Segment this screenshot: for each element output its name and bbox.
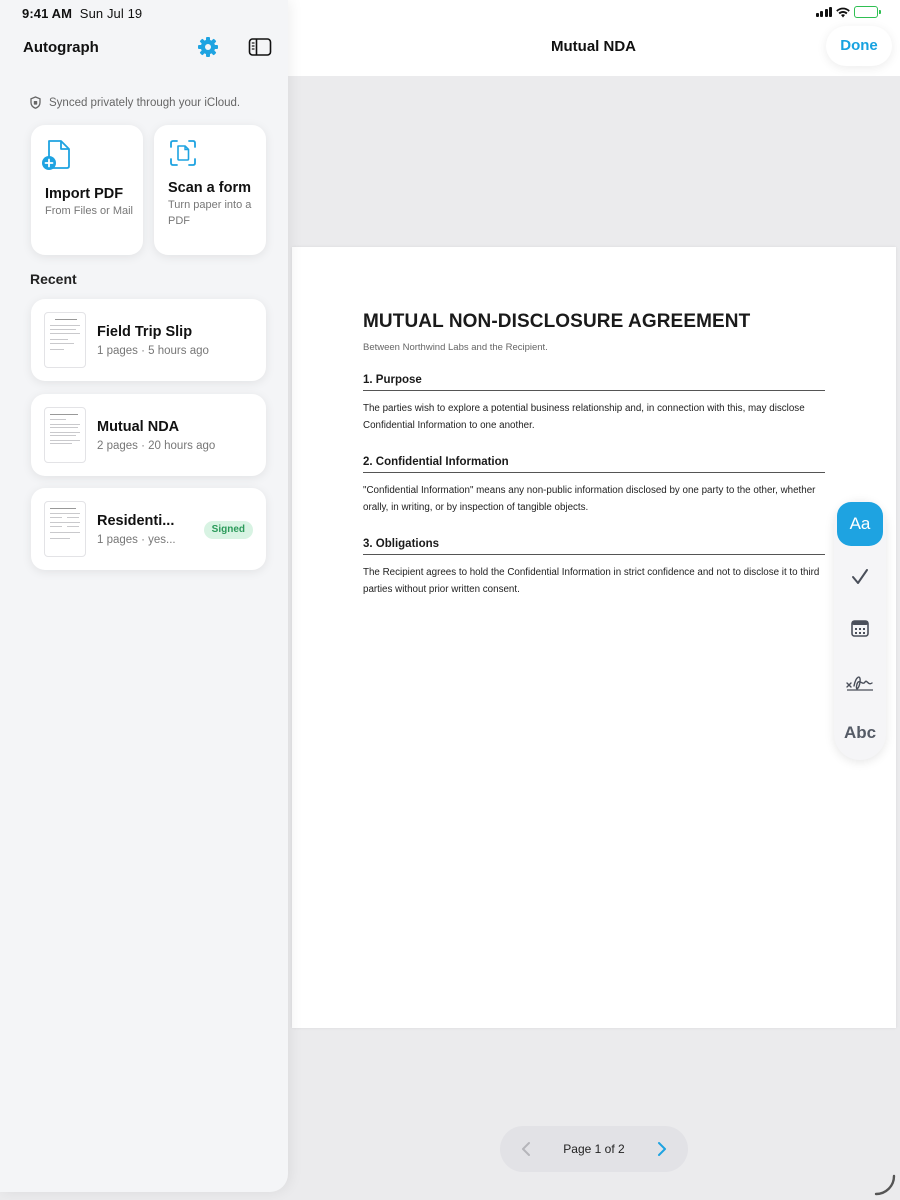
wifi-icon xyxy=(836,7,850,17)
file-thumbnail xyxy=(44,312,86,368)
signature-tool-button[interactable] xyxy=(836,662,884,702)
sidebar: Autograph Synced privately through your … xyxy=(0,0,288,1192)
battery-charging-icon xyxy=(854,6,881,18)
file-name: Mutual NDA xyxy=(97,419,180,435)
file-name: Field Trip Slip xyxy=(97,324,193,340)
recent-file-field-trip-slip[interactable]: Field Trip Slip 1 pages · 5 hours ago xyxy=(31,299,266,381)
file-meta: 1 pages · 5 hours ago xyxy=(97,345,209,357)
previous-page-button[interactable] xyxy=(514,1126,538,1172)
settings-button[interactable] xyxy=(197,36,219,58)
sidebar-icon xyxy=(248,38,272,56)
scan-document-icon xyxy=(170,140,196,166)
section-heading-obligations: 3. Obligations xyxy=(363,538,825,555)
section-heading-purpose: 1. Purpose xyxy=(363,374,825,391)
section-body-purpose: The parties wish to explore a potential … xyxy=(363,403,805,431)
import-pdf-title: Import PDF xyxy=(45,186,124,202)
status-time: 9:41 AM xyxy=(22,6,73,21)
file-meta: 2 pages · 20 hours ago xyxy=(97,440,216,452)
chevron-left-icon xyxy=(522,1142,530,1156)
next-page-button[interactable] xyxy=(650,1126,674,1172)
status-clock: 9:41 AM Sun Jul 19 xyxy=(22,6,142,21)
sync-status: Synced privately through your iCloud. xyxy=(30,96,240,109)
document-title: Mutual NDA xyxy=(551,38,636,55)
document-page[interactable]: MUTUAL NON-DISCLOSURE AGREEMENT Between … xyxy=(292,247,896,1028)
status-badge: Signed xyxy=(203,521,253,539)
scan-form-subtitle: Turn paper into a PDF xyxy=(168,199,252,227)
signature-icon xyxy=(846,676,873,691)
sync-note: Synced privately through your iCloud. xyxy=(49,96,241,109)
resize-corner-icon xyxy=(874,1174,896,1196)
file-plus-icon xyxy=(42,140,70,170)
file-thumbnail xyxy=(44,407,86,463)
chevron-right-icon xyxy=(658,1142,666,1156)
scan-form-card[interactable]: Scan a form Turn paper into a PDF xyxy=(154,125,266,255)
scan-form-title: Scan a form xyxy=(168,180,251,196)
cellular-signal-icon xyxy=(815,7,832,17)
status-date: Sun Jul 19 xyxy=(79,6,143,21)
import-pdf-card[interactable]: Import PDF From Files or Mail xyxy=(31,125,143,255)
text-tool-button[interactable]: Aa xyxy=(837,502,883,546)
status-bar: 9:41 AM Sun Jul 19 xyxy=(0,0,900,28)
checkmark-icon xyxy=(852,569,868,584)
file-meta: 1 pages · yes... xyxy=(97,534,176,546)
agreement-title: MUTUAL NON-DISCLOSURE AGREEMENT xyxy=(363,311,751,332)
status-indicators xyxy=(815,6,881,18)
done-button[interactable]: Done xyxy=(826,26,892,66)
section-body-obligations: The Recipient agrees to hold the Confide… xyxy=(363,567,820,595)
initials-tool-button[interactable]: Abc xyxy=(836,713,884,753)
import-pdf-subtitle: From Files or Mail xyxy=(45,205,134,217)
recent-section-label: Recent xyxy=(30,271,77,287)
page-indicator: Page 1 of 2 xyxy=(563,1142,625,1156)
agreement-subtitle: Between Northwind Labs and the Recipient… xyxy=(363,342,548,353)
recent-file-mutual-nda[interactable]: Mutual NDA 2 pages · 20 hours ago xyxy=(31,394,266,476)
calendar-icon xyxy=(851,620,869,637)
file-thumbnail xyxy=(44,501,86,557)
sidebar-toggle-button[interactable] xyxy=(248,37,272,57)
recent-file-residential[interactable]: Residenti... 1 pages · yes... Signed xyxy=(31,488,266,570)
section-heading-confidential-information: 2. Confidential Information xyxy=(363,456,825,473)
page-navigator: Page 1 of 2 xyxy=(500,1126,688,1172)
section-body-confidential-information: "Confidential Information" means any non… xyxy=(363,485,816,513)
checkmark-tool-button[interactable] xyxy=(836,557,884,597)
app-title: Autograph xyxy=(23,39,99,56)
gear-icon xyxy=(198,37,218,57)
date-tool-button[interactable] xyxy=(836,609,884,649)
file-name: Residenti... xyxy=(97,513,175,529)
shield-icon xyxy=(30,96,41,109)
